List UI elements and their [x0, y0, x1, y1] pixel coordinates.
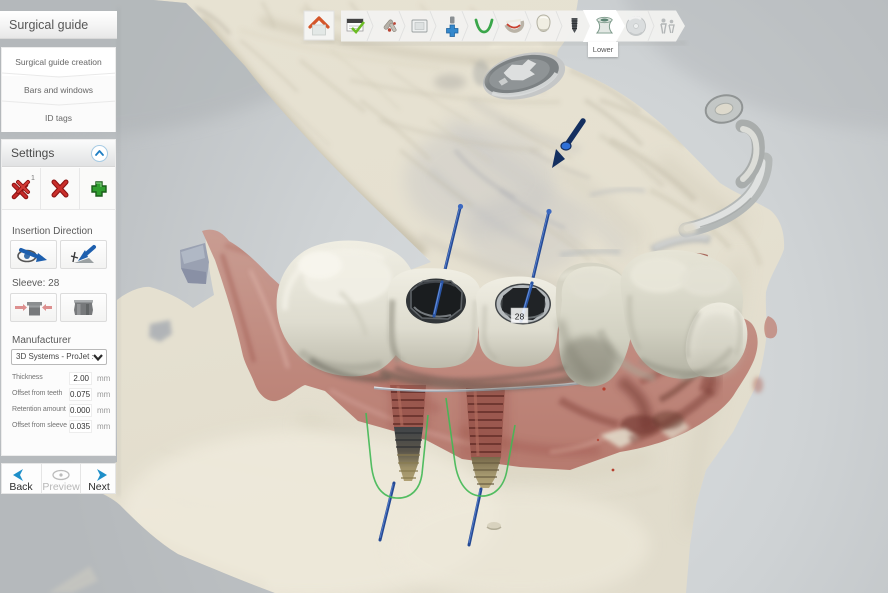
- svg-text:1: 1: [31, 175, 35, 182]
- svg-text:28: 28: [515, 312, 525, 322]
